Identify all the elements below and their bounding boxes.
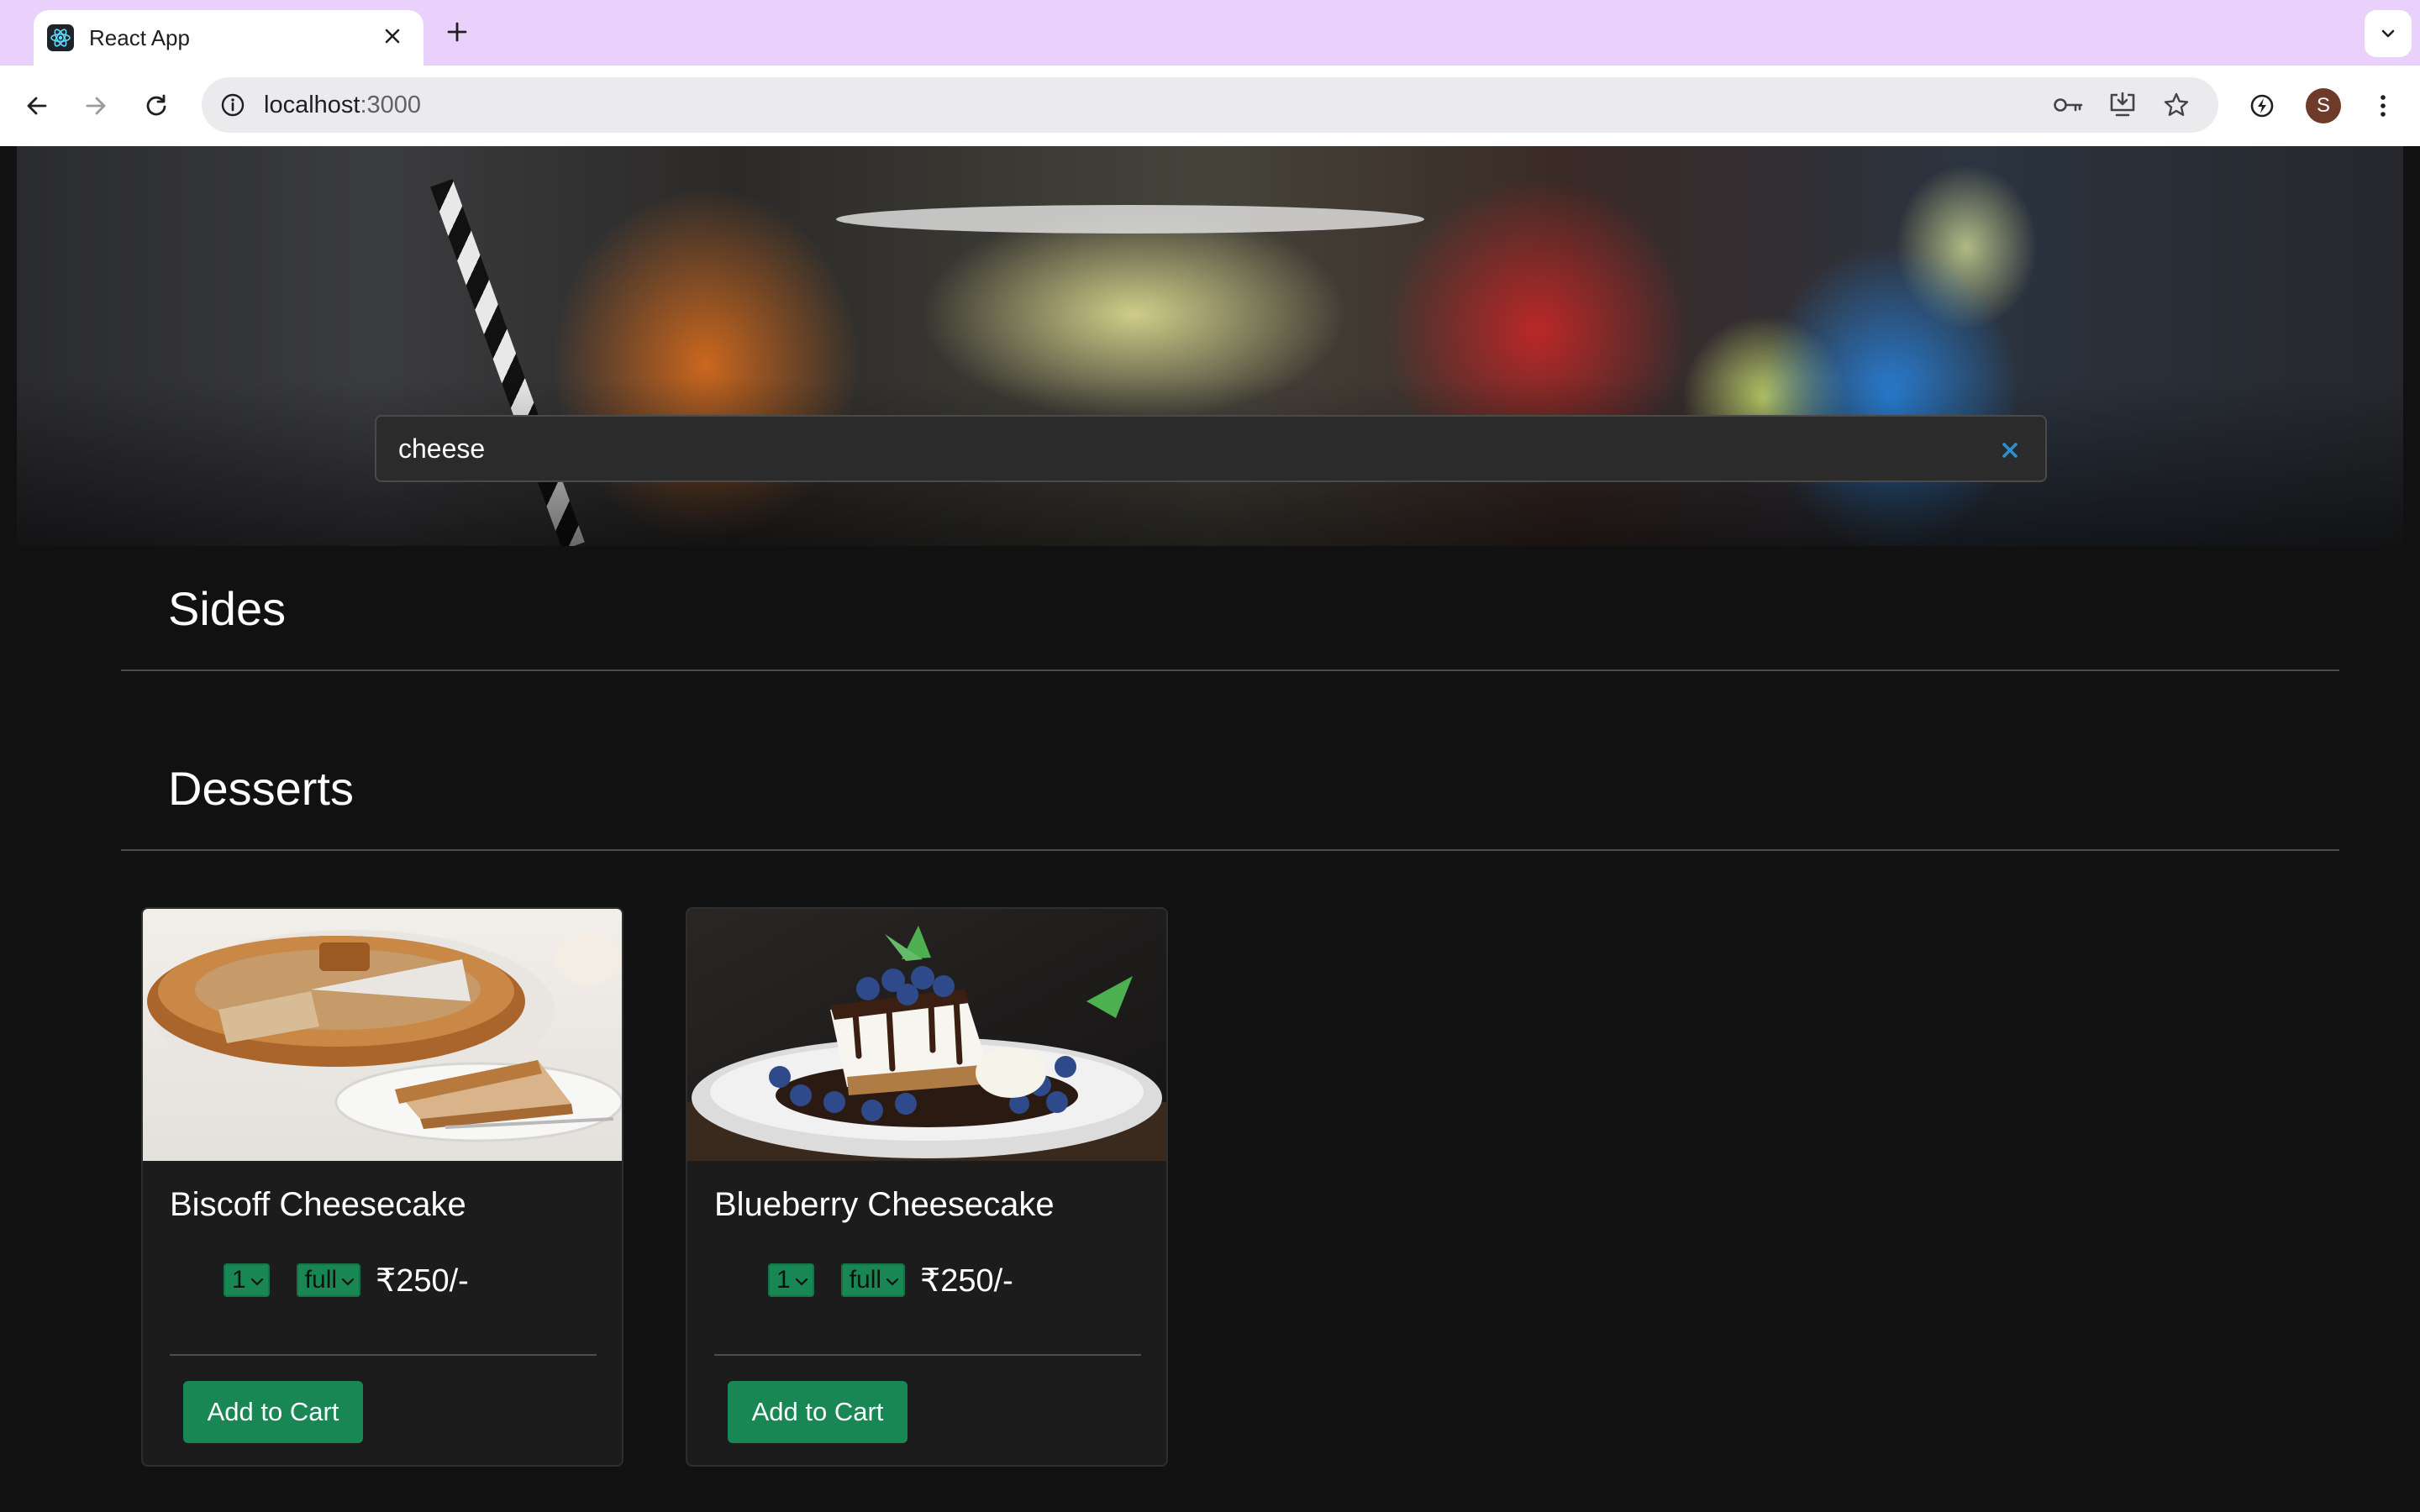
tab-search-chevron-icon[interactable] <box>2365 10 2412 57</box>
forward-arrow-icon[interactable] <box>77 87 114 124</box>
product-options: 1 full ₹250/- <box>224 1262 469 1299</box>
quantity-value: 1 <box>776 1266 791 1294</box>
close-tab-icon[interactable] <box>378 25 407 50</box>
add-to-cart-button[interactable]: Add to Cart <box>183 1381 363 1443</box>
reload-icon[interactable] <box>138 87 175 124</box>
product-image-blueberry-cheesecake <box>687 909 1166 1161</box>
back-arrow-icon[interactable] <box>18 87 55 124</box>
size-value: full <box>849 1266 882 1294</box>
quantity-select[interactable]: 1 <box>224 1263 270 1297</box>
search-box <box>375 415 2047 482</box>
browser-tab[interactable]: React App <box>34 10 424 66</box>
tab-title: React App <box>89 24 190 50</box>
section-divider <box>121 669 2339 671</box>
card-divider <box>170 1354 597 1356</box>
size-select[interactable]: full <box>296 1263 361 1297</box>
product-name: Biscoff Cheesecake <box>170 1186 466 1223</box>
chevron-down-icon <box>250 1266 265 1294</box>
product-price: ₹250/- <box>920 1263 1013 1299</box>
chevron-down-icon <box>885 1266 900 1294</box>
page-content: Sides Desserts <box>0 146 2420 1512</box>
card-divider <box>714 1354 1141 1356</box>
product-name: Blueberry Cheesecake <box>714 1186 1055 1223</box>
section-title-sides: Sides <box>168 582 287 635</box>
search-input[interactable] <box>376 417 2045 480</box>
product-price: ₹250/- <box>376 1263 469 1299</box>
react-logo-icon <box>47 24 74 51</box>
hero-glass-rim-decoration <box>836 205 1424 234</box>
url-port: :3000 <box>360 92 422 118</box>
password-key-icon[interactable] <box>2052 89 2086 121</box>
product-card: Biscoff Cheesecake 1 full ₹250/- Add to … <box>141 907 623 1467</box>
browser-toolbar: localhost:3000 S <box>0 66 2420 146</box>
hero-cocktail-banner <box>17 146 2403 546</box>
browser-menu-icon[interactable] <box>2365 87 2402 124</box>
tab-strip: React App <box>0 0 2420 66</box>
url-host: localhost <box>264 92 360 118</box>
add-to-cart-button[interactable]: Add to Cart <box>728 1381 908 1443</box>
section-title-desserts: Desserts <box>168 762 354 815</box>
install-app-icon[interactable] <box>2106 89 2139 121</box>
url-text: localhost:3000 <box>264 91 421 119</box>
site-info-icon[interactable] <box>217 89 249 121</box>
section-divider <box>121 849 2339 851</box>
clear-search-icon[interactable] <box>1996 437 2023 464</box>
size-select[interactable]: full <box>840 1263 906 1297</box>
extension-icon[interactable] <box>2244 87 2281 124</box>
product-options: 1 full ₹250/- <box>768 1262 1013 1299</box>
new-tab-icon[interactable] <box>439 13 476 50</box>
product-card: Blueberry Cheesecake 1 full ₹250/- Add t… <box>686 907 1168 1467</box>
bookmark-star-icon[interactable] <box>2160 89 2193 121</box>
quantity-select[interactable]: 1 <box>768 1263 814 1297</box>
address-bar[interactable]: localhost:3000 <box>202 77 2218 133</box>
profile-avatar[interactable]: S <box>2306 88 2341 123</box>
chevron-down-icon <box>794 1266 809 1294</box>
product-image-biscoff-cheesecake <box>143 909 622 1161</box>
size-value: full <box>304 1266 338 1294</box>
chevron-down-icon <box>340 1266 355 1294</box>
browser-window: React App localhost:3000 S cheese Sides … <box>0 0 2420 1512</box>
quantity-value: 1 <box>232 1266 246 1294</box>
